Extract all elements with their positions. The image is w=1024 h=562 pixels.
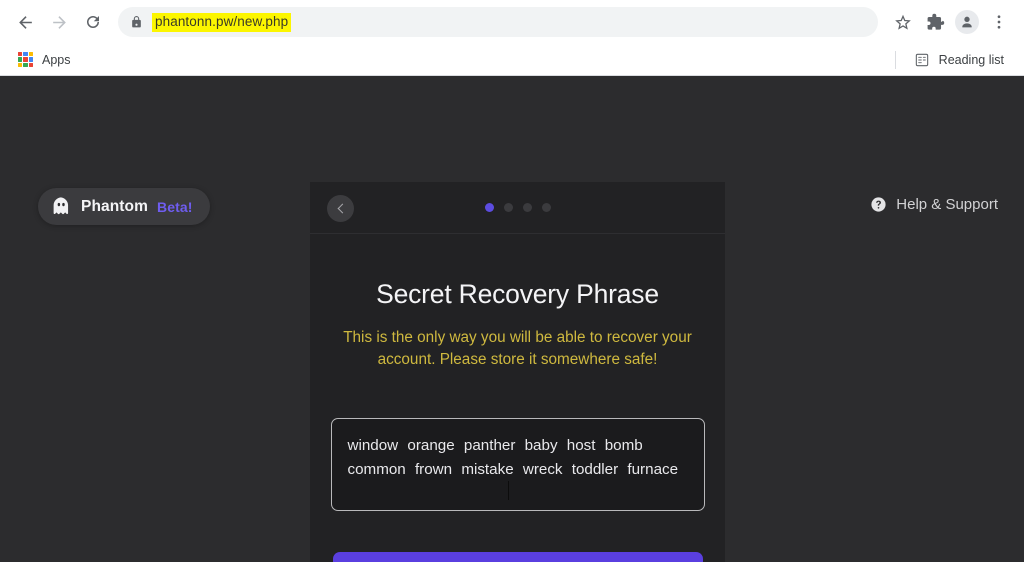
card-back-button[interactable] [327, 195, 354, 222]
phantom-wallet-page: Phantom Beta! Help & Support Secret Reco… [0, 76, 1024, 562]
page-title: Secret Recovery Phrase [376, 279, 659, 309]
forward-button[interactable] [44, 7, 74, 37]
step-indicator [484, 203, 551, 212]
text-cursor [507, 480, 509, 500]
help-support-label: Help & Support [896, 196, 998, 213]
bookmarks-bar: Apps Reading list [0, 44, 1024, 76]
toolbar-right-actions [888, 7, 1014, 37]
chevron-left-icon [337, 203, 347, 214]
extensions-button[interactable] [920, 7, 950, 37]
card-body: Secret Recovery Phrase This is the only … [310, 234, 725, 562]
bookmark-apps[interactable]: Apps [12, 49, 77, 70]
bookmarks-divider [894, 50, 896, 69]
lock-icon [132, 16, 141, 28]
bookmark-star-button[interactable] [888, 7, 918, 37]
apps-grid-icon [18, 52, 33, 67]
phantom-ghost-icon [53, 197, 69, 215]
seed-phrase-box[interactable]: window orange panther baby host bomb com… [330, 417, 705, 511]
question-circle-icon [871, 197, 886, 212]
reload-button[interactable] [78, 7, 108, 37]
bookmark-apps-label: Apps [42, 52, 71, 67]
phantom-brand-badge: Phantom Beta! [38, 188, 210, 225]
address-bar[interactable]: phantonn.pw/new.php [118, 7, 878, 37]
reading-list-icon [915, 53, 928, 66]
reading-list-label: Reading list [938, 52, 1004, 67]
reading-list-button[interactable]: Reading list [908, 49, 1010, 71]
brand-beta-label: Beta! [157, 198, 193, 215]
profile-avatar-icon [955, 10, 979, 34]
arrow-right-icon [52, 15, 66, 29]
saved-it-button[interactable]: OK, I saved it somewhere [332, 551, 703, 562]
profile-button[interactable] [952, 7, 982, 37]
three-dot-menu-icon [997, 15, 1001, 29]
seed-phrase-words: window orange panther baby host bomb com… [347, 436, 679, 479]
onboarding-card: Secret Recovery Phrase This is the only … [310, 182, 725, 562]
reload-icon [87, 16, 99, 28]
help-support-link[interactable]: Help & Support [870, 196, 998, 213]
step-dot-4[interactable] [541, 203, 551, 212]
browser-toolbar: phantonn.pw/new.php [0, 0, 1024, 44]
chrome-menu-button[interactable] [984, 7, 1014, 37]
step-dot-2[interactable] [503, 203, 513, 212]
step-dot-3[interactable] [522, 203, 532, 212]
url-text: phantonn.pw/new.php [152, 12, 292, 32]
browser-chrome: phantonn.pw/new.php Apps Reading list [0, 0, 1024, 76]
puzzle-piece-icon [927, 13, 944, 30]
brand-name: Phantom [81, 197, 149, 215]
back-button[interactable] [10, 7, 40, 37]
arrow-left-icon [18, 15, 32, 29]
step-dot-1[interactable] [484, 203, 494, 212]
bookmarks-bar-right: Reading list [894, 49, 1012, 71]
star-icon [895, 14, 911, 30]
warning-text: This is the only way you will be able to… [343, 329, 692, 368]
card-header [310, 182, 725, 234]
